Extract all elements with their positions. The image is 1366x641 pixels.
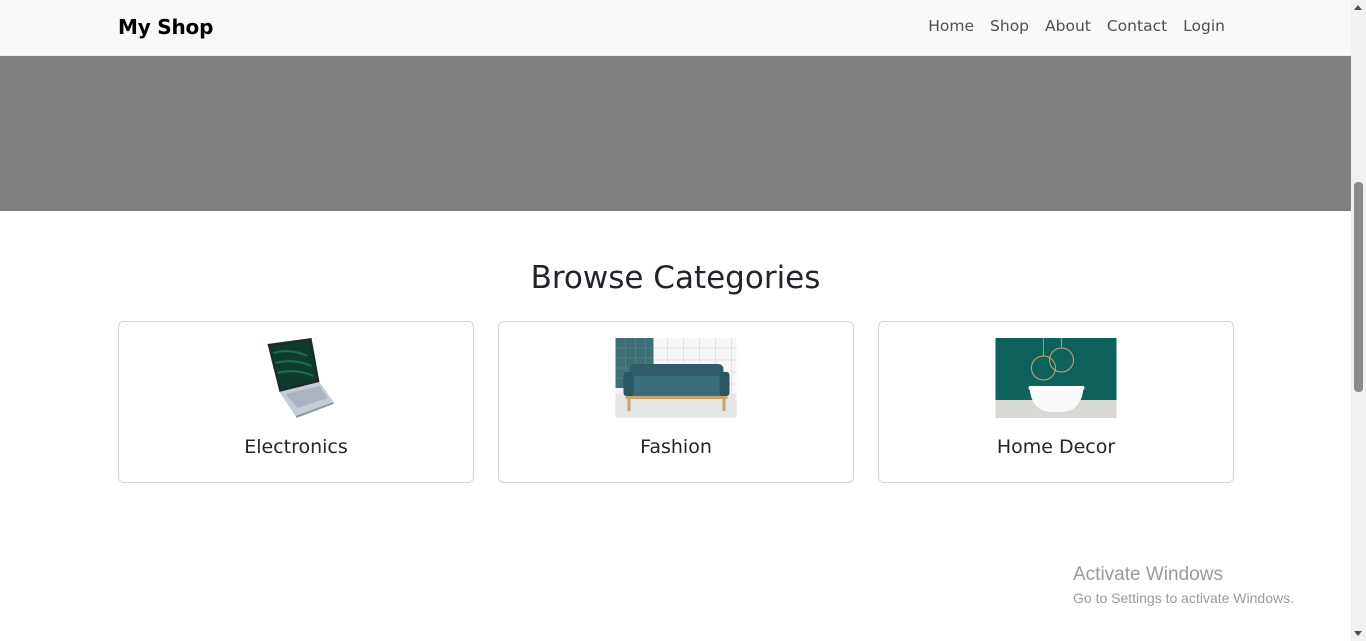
vertical-scrollbar[interactable] xyxy=(1351,0,1366,641)
category-card-fashion[interactable]: Fashion xyxy=(498,321,854,483)
scroll-down-arrow-icon[interactable] xyxy=(1354,631,1362,636)
laptop-image xyxy=(235,338,357,418)
watermark-subtitle: Go to Settings to activate Windows. xyxy=(1073,590,1294,606)
scroll-thumb[interactable] xyxy=(1354,182,1363,392)
brand-logo[interactable]: My Shop xyxy=(118,15,213,39)
category-cards: Electronics Fashion Home Decor xyxy=(118,321,1234,483)
bathtub-image xyxy=(995,338,1117,418)
category-card-electronics[interactable]: Electronics xyxy=(118,321,474,483)
section-title: Browse Categories xyxy=(530,260,821,296)
scroll-up-arrow-icon[interactable] xyxy=(1354,5,1362,10)
navbar: My Shop Home Shop About Contact Login xyxy=(0,0,1351,56)
category-title: Electronics xyxy=(244,436,348,458)
page: My Shop Home Shop About Contact Login Br… xyxy=(0,0,1351,641)
nav-links: Home Shop About Contact Login xyxy=(928,17,1225,35)
category-card-home-decor[interactable]: Home Decor xyxy=(878,321,1234,483)
windows-activation-watermark: Activate Windows Go to Settings to activ… xyxy=(1073,564,1294,608)
hero-banner xyxy=(0,56,1351,211)
sofa-image xyxy=(615,338,737,418)
nav-link-login[interactable]: Login xyxy=(1183,17,1225,35)
nav-link-contact[interactable]: Contact xyxy=(1107,17,1167,35)
nav-link-about[interactable]: About xyxy=(1045,17,1091,35)
category-title: Fashion xyxy=(640,436,712,458)
category-title: Home Decor xyxy=(996,436,1116,458)
nav-link-home[interactable]: Home xyxy=(928,17,974,35)
nav-link-shop[interactable]: Shop xyxy=(990,17,1029,35)
watermark-title: Activate Windows xyxy=(1073,564,1223,585)
